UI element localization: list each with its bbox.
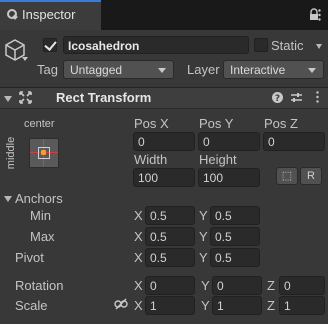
static-checkbox[interactable] bbox=[254, 38, 268, 52]
scale-y-axis: Y bbox=[201, 298, 210, 313]
pos-y-label: Pos Y bbox=[199, 116, 234, 131]
anchor-min-label: Min bbox=[30, 208, 51, 223]
static-label: Static bbox=[271, 38, 304, 53]
rotation-z-axis: Z bbox=[267, 278, 275, 293]
rect-transform-icon bbox=[19, 91, 32, 104]
pivot-y-field[interactable]: 0.5 bbox=[210, 248, 260, 267]
help-icon[interactable]: ? bbox=[272, 92, 283, 103]
pos-y-field[interactable]: 0 bbox=[198, 132, 260, 151]
pivot-y-axis: Y bbox=[199, 250, 208, 265]
tag-dropdown[interactable]: Untagged bbox=[63, 60, 174, 79]
scale-x-field[interactable]: 1 bbox=[145, 296, 195, 315]
anchor-max-label: Max bbox=[30, 229, 55, 244]
anchor-max-x-field[interactable]: 0.5 bbox=[145, 227, 195, 246]
tab-inspector-label: Inspector bbox=[22, 7, 76, 22]
anchors-label: Anchors bbox=[15, 191, 63, 206]
rotation-label: Rotation bbox=[15, 278, 64, 293]
chevron-down-icon bbox=[308, 68, 316, 73]
component-title: Rect Transform bbox=[56, 90, 152, 105]
tag-value: Untagged bbox=[70, 63, 123, 77]
tag-label: Tag bbox=[37, 62, 58, 77]
layer-label: Layer bbox=[187, 62, 220, 77]
anchor-max-y-axis: Y bbox=[199, 229, 208, 244]
width-label: Width bbox=[134, 152, 168, 167]
raw-edit-button[interactable]: R bbox=[300, 167, 322, 185]
active-checkbox[interactable] bbox=[43, 38, 57, 52]
rotation-x-axis: X bbox=[134, 278, 143, 293]
pos-z-field[interactable]: 0 bbox=[263, 132, 325, 151]
pos-z-label: Pos Z bbox=[264, 116, 298, 131]
scale-label: Scale bbox=[15, 298, 48, 313]
settings-sliders-icon[interactable] bbox=[291, 92, 302, 103]
anchor-max-y-field[interactable]: 0.5 bbox=[210, 227, 260, 246]
pivot-label: Pivot bbox=[15, 250, 44, 265]
pos-x-field[interactable]: 0 bbox=[133, 132, 195, 151]
constrain-proportions-link-icon[interactable] bbox=[114, 298, 128, 310]
rotation-z-field[interactable]: 0 bbox=[279, 276, 325, 295]
scale-z-field[interactable]: 1 bbox=[279, 296, 325, 315]
icon-dropdown-arrow[interactable] bbox=[22, 57, 28, 61]
preset-pivot-dot bbox=[41, 150, 46, 155]
pos-x-label: Pos X bbox=[134, 116, 169, 131]
static-dropdown-arrow[interactable] bbox=[316, 44, 322, 49]
object-name-input[interactable]: Icosahedron bbox=[63, 36, 249, 54]
scale-x-axis: X bbox=[134, 298, 143, 313]
height-field[interactable]: 100 bbox=[198, 168, 260, 187]
rotation-y-axis: Y bbox=[201, 278, 210, 293]
anchor-max-x-axis: X bbox=[134, 229, 143, 244]
rotation-y-field[interactable]: 0 bbox=[212, 276, 262, 295]
height-label: Height bbox=[199, 152, 237, 167]
anchor-min-x-field[interactable]: 0.5 bbox=[145, 206, 195, 225]
scale-z-axis: Z bbox=[267, 298, 275, 313]
tab-menu-icon[interactable] bbox=[318, 9, 321, 21]
blueprint-mode-button[interactable]: ⬚ bbox=[276, 167, 298, 185]
info-icon bbox=[7, 9, 17, 19]
anchor-preset-button[interactable] bbox=[29, 138, 59, 168]
svg-text:?: ? bbox=[275, 94, 280, 103]
preset-top-label: center bbox=[24, 118, 55, 130]
layer-value: Interactive bbox=[230, 63, 286, 77]
anchor-min-y-axis: Y bbox=[199, 208, 208, 223]
pivot-x-axis: X bbox=[134, 250, 143, 265]
preset-side-label: middle bbox=[5, 136, 18, 170]
scale-y-field[interactable]: 1 bbox=[212, 296, 262, 315]
anchors-foldout-arrow-icon[interactable] bbox=[4, 196, 12, 202]
layer-dropdown[interactable]: Interactive bbox=[223, 60, 324, 79]
pivot-x-field[interactable]: 0.5 bbox=[145, 248, 195, 267]
kebab-menu-icon[interactable] bbox=[316, 91, 319, 103]
anchor-min-y-field[interactable]: 0.5 bbox=[210, 206, 260, 225]
width-field[interactable]: 100 bbox=[133, 168, 195, 187]
anchor-min-x-axis: X bbox=[134, 208, 143, 223]
rotation-x-field[interactable]: 0 bbox=[145, 276, 195, 295]
foldout-arrow-icon[interactable] bbox=[4, 96, 12, 102]
chevron-down-icon bbox=[158, 68, 166, 73]
